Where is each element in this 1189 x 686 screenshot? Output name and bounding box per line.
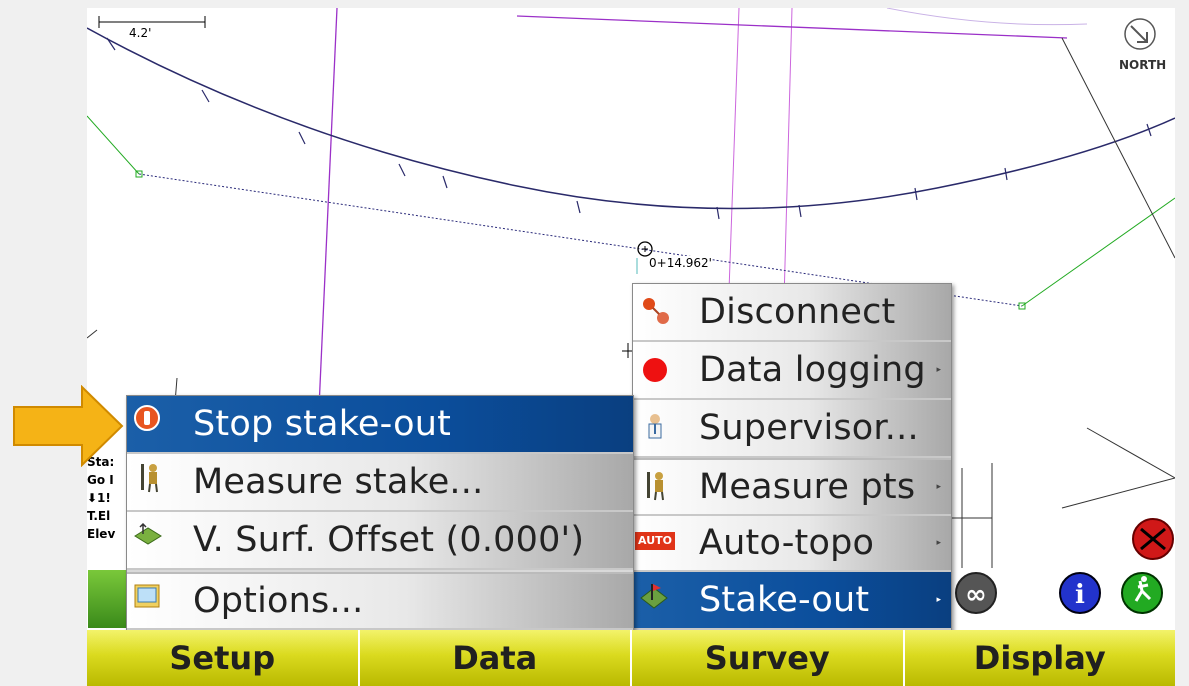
submenu-arrow-icon: ▸ — [936, 482, 941, 492]
tab-survey[interactable]: Survey — [632, 630, 905, 686]
side-text-elev: Elev — [87, 527, 116, 541]
scale-label: 4.2' — [129, 26, 152, 40]
menu-item-disconnect[interactable]: Disconnect — [633, 284, 951, 342]
submenu-arrow-icon: ▸ — [936, 595, 941, 605]
options-icon — [133, 582, 161, 610]
surface-offset-icon — [133, 520, 162, 548]
menu-item-measure-pts[interactable]: Measure pts ▸ — [633, 458, 951, 516]
menu-item-stake-out[interactable]: Stake-out ▸ — [633, 572, 951, 630]
survey-menu: Disconnect Data logging ▸ Supervisor... … — [632, 283, 952, 633]
walking-person-icon[interactable] — [1120, 571, 1164, 615]
side-text-arrow: ⬇1! — [87, 491, 111, 505]
tab-setup[interactable]: Setup — [87, 630, 360, 686]
surveyor-pole-icon — [135, 462, 163, 493]
stakeout-submenu: Stop stake-out Measure stake... V. Surf.… — [126, 395, 634, 632]
north-label: NORTH — [1119, 58, 1167, 72]
stakeout-icon — [639, 582, 668, 610]
supervisor-icon — [641, 412, 669, 440]
bottom-tab-bar: Setup Data Survey Display — [87, 630, 1175, 686]
svg-text:∞: ∞ — [965, 580, 987, 610]
menu-item-data-logging[interactable]: Data logging ▸ — [633, 342, 951, 400]
stop-recording-icon[interactable] — [1117, 511, 1175, 563]
menu-item-measure-stake[interactable]: Measure stake... — [127, 454, 633, 512]
menu-item-auto-topo[interactable]: AUTO Auto-topo ▸ — [633, 516, 951, 572]
infinity-icon[interactable]: ∞ — [950, 571, 1002, 615]
info-icon[interactable]: i — [1058, 571, 1102, 615]
tab-display[interactable]: Display — [904, 630, 1175, 686]
station-label: 0+14.962' — [649, 256, 712, 270]
disconnect-icon — [641, 296, 669, 324]
menu-item-options[interactable]: Options... — [127, 572, 633, 630]
menu-item-supervisor[interactable]: Supervisor... — [633, 400, 951, 458]
submenu-arrow-icon: ▸ — [936, 365, 941, 375]
pointer-arrow-icon — [13, 385, 124, 467]
record-icon — [641, 356, 669, 384]
menu-item-stop-stakeout[interactable]: Stop stake-out — [127, 396, 633, 454]
auto-icon: AUTO — [635, 532, 675, 550]
menu-item-vsurf-offset[interactable]: V. Surf. Offset (0.000') — [127, 512, 633, 570]
svg-text:i: i — [1075, 580, 1085, 610]
tab-data[interactable]: Data — [359, 630, 632, 686]
side-text-go: Go I — [87, 473, 114, 487]
side-text-tel: T.El — [87, 509, 111, 523]
submenu-arrow-icon: ▸ — [936, 538, 941, 548]
stop-stakeout-icon — [133, 404, 161, 432]
surveyor-pole-icon — [641, 470, 669, 501]
